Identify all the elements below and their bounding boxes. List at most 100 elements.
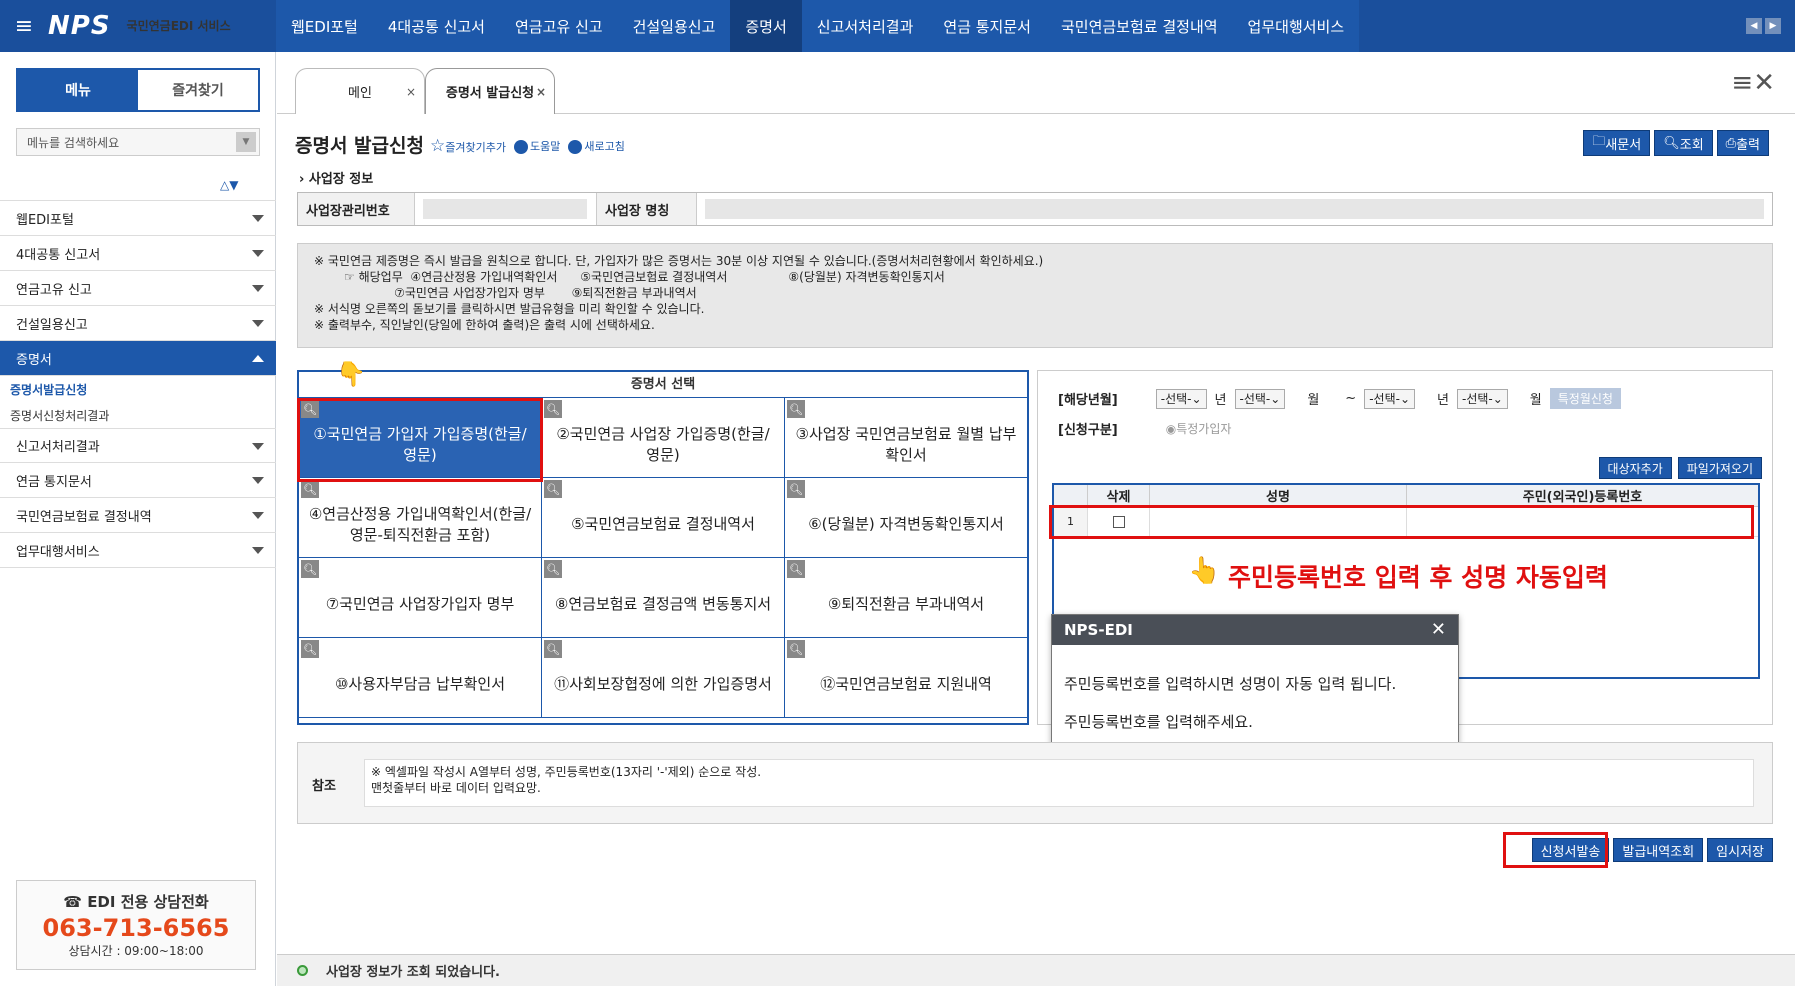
add-target-button[interactable]: 대상자추가: [1598, 457, 1672, 479]
cert-option-4[interactable]: 🔍︎ ④연금산정용 가입내역확인서(한글/영문-퇴직전환금 포함): [299, 478, 542, 558]
close-icon[interactable]: ×: [406, 85, 416, 99]
tab-cert-request[interactable]: 증명서 발급신청 ×: [425, 68, 555, 114]
chevron-down-icon: [252, 285, 264, 292]
cert-option-7[interactable]: 🔍︎ ⑦국민연금 사업장가입자 명부: [299, 558, 542, 638]
tab-label: 증명서 발급신청: [445, 86, 535, 101]
sidebar-item-premium[interactable]: 국민연금보험료 결정내역: [0, 498, 276, 533]
cert-option-9[interactable]: 🔍︎ ⑨퇴직전환금 부과내역서: [785, 558, 1027, 638]
logo[interactable]: NPS 국민연금 EDI 서비스: [48, 0, 274, 52]
workplace-name-value: [697, 193, 1772, 225]
reference-text: ※ 엑셀파일 작성시 A열부터 성명, 주민등록번호(13자리 '-'제외) 순…: [364, 759, 1754, 807]
search-button[interactable]: 🔍︎ 조회: [1654, 130, 1713, 156]
cert-option-3[interactable]: 🔍︎ ③사업장 국민연금보험료 월별 납부확인서: [785, 398, 1027, 478]
menu-search-select[interactable]: 메뉴를 검색하세요 ▼: [16, 128, 260, 156]
sidebar-item-pension[interactable]: 연금고유 신고: [0, 271, 276, 306]
star-icon: ☆: [430, 136, 446, 156]
import-file-button[interactable]: 파일가져오기: [1677, 457, 1762, 479]
chevron-left-icon[interactable]: ◀: [1746, 18, 1762, 34]
temp-save-button[interactable]: 임시저장: [1707, 838, 1773, 862]
status-text: 사업장 정보가 조회 되었습니다.: [326, 965, 500, 980]
magnifier-icon[interactable]: 🔍︎: [544, 640, 562, 658]
sidebar-item-webedi[interactable]: 웹EDI포털: [0, 201, 276, 236]
nav-item-certificate[interactable]: 증명서: [730, 0, 802, 52]
magnifier-icon[interactable]: 🔍︎: [301, 480, 319, 498]
grid-header: 삭제 성명 주민(외국인)등록번호: [1054, 485, 1758, 507]
cert-option-label: ⑨퇴직전환금 부과내역서: [827, 595, 985, 613]
title-links: ☆즐겨찾기추가 도움말 새로고침: [430, 136, 625, 156]
magnifier-icon[interactable]: 🔍︎: [787, 560, 805, 578]
cert-option-8[interactable]: 🔍︎ ⑧연금보험료 결정금액 변동통지서: [542, 558, 785, 638]
magnifier-icon[interactable]: 🔍︎: [787, 400, 805, 418]
magnifier-icon[interactable]: 🔍︎: [787, 640, 805, 658]
nav-item-notices[interactable]: 연금 통지문서: [928, 0, 1046, 52]
sidebar-item-construction[interactable]: 건설일용신고: [0, 306, 276, 341]
help-link[interactable]: 도움말: [513, 138, 560, 154]
year-from-select[interactable]: -선택- ⌄: [1155, 388, 1207, 409]
issue-history-button[interactable]: 발급내역조회: [1613, 838, 1704, 862]
type-row: [신청구분] ◉특정가입자: [1058, 419, 1231, 438]
sidebar-item-4common[interactable]: 4대공통 신고서: [0, 236, 276, 271]
magnifier-icon[interactable]: 🔍︎: [544, 560, 562, 578]
chevron-down-icon[interactable]: ▼: [236, 132, 256, 152]
annotation-text: 주민등록번호 입력 후 성명 자동입력: [1228, 563, 1608, 592]
cert-option-label: ③사업장 국민연금보험료 월별 납부확인서: [795, 424, 1017, 464]
cert-option-11[interactable]: 🔍︎ ⑪사회보장협정에 의한 가입증명서: [542, 638, 785, 718]
tab-menu[interactable]: 메뉴: [18, 70, 138, 110]
nav-item-construction[interactable]: 건설일용신고: [618, 0, 731, 52]
magnifier-icon[interactable]: 🔍︎: [301, 560, 319, 578]
cert-option-6[interactable]: 🔍︎ ⑥(당월분) 자격변동확인통지서: [785, 478, 1027, 558]
sidebar-item-agency[interactable]: 업무대행서비스: [0, 533, 276, 568]
refresh-icon: [568, 140, 583, 154]
magnifier-icon[interactable]: 🔍︎: [544, 400, 562, 418]
type-label: [신청구분]: [1058, 423, 1118, 438]
month-from-select[interactable]: -선택- ⌄: [1234, 388, 1286, 409]
sidebar-item-label: 업무대행서비스: [16, 544, 100, 560]
close-icon[interactable]: ×: [536, 85, 546, 99]
sidebar-subitem-cert-results[interactable]: 증명서신청처리결과: [0, 402, 276, 428]
tab-menu-close-icon[interactable]: ≡✕: [1731, 68, 1775, 98]
nav-item-4common[interactable]: 4대공통 신고서: [373, 0, 500, 52]
logo-subtitle: 국민연금 EDI 서비스: [117, 13, 231, 39]
cert-option-5[interactable]: 🔍︎ ⑤국민연금보험료 결정내역서: [542, 478, 785, 558]
nav-item-pension[interactable]: 연금고유 신고: [500, 0, 618, 52]
chevron-up-icon: [252, 355, 264, 362]
sidebar-subitem-cert-request[interactable]: 증명서발급신청: [0, 376, 276, 402]
nav-item-agency[interactable]: 업무대행서비스: [1233, 0, 1360, 52]
cert-option-label: ⑤국민연금보험료 결정내역서: [571, 515, 755, 533]
special-month-button[interactable]: 특정월신청: [1549, 388, 1621, 409]
collapse-expand-icon[interactable]: △▼: [220, 178, 238, 192]
phone-hours: 상담시간 : 09:00~18:00: [68, 944, 204, 958]
tab-favorites[interactable]: 즐겨찾기: [138, 70, 258, 110]
dialog-message-1: 주민등록번호를 입력하시면 성명이 자동 입력 됩니다.: [1064, 675, 1397, 693]
cert-option-12[interactable]: 🔍︎ ⑫국민연금보험료 지원내역: [785, 638, 1027, 718]
sidebar-item-label: 연금 통지문서: [16, 474, 92, 490]
sidebar-item-certificate[interactable]: 증명서: [0, 341, 276, 376]
tab-main[interactable]: 메인 ×: [295, 68, 425, 114]
chevron-right-icon[interactable]: ▶: [1765, 18, 1781, 34]
sidebar-item-results[interactable]: 신고서처리결과: [0, 428, 276, 463]
sidebar-item-notices[interactable]: 연금 통지문서: [0, 463, 276, 498]
new-document-button[interactable]: 🗀 새문서: [1583, 130, 1651, 156]
nav-item-premium[interactable]: 국민연금보험료 결정내역: [1046, 0, 1233, 52]
magnifier-icon[interactable]: 🔍︎: [787, 480, 805, 498]
nav-item-results[interactable]: 신고서처리결과: [802, 0, 929, 52]
nav-item-webedi[interactable]: 웹EDI포털: [276, 0, 373, 52]
cert-option-2[interactable]: 🔍︎ ②국민연금 사업장 가입증명(한글/영문): [542, 398, 785, 478]
dialog-message-2: 주민등록번호를 입력해주세요.: [1064, 713, 1253, 731]
range-tilde: ~: [1345, 391, 1357, 406]
notice-line: ☞ 해당업무 ④연금산정용 가입내역확인서 ⑤국민연금보험료 결정내역서 ⑧(당…: [344, 270, 945, 284]
refresh-link[interactable]: 새로고침: [568, 138, 625, 154]
close-icon[interactable]: ✕: [1431, 619, 1446, 640]
favorite-add-link[interactable]: ☆즐겨찾기추가: [430, 136, 506, 156]
mgmt-no-redacted: [423, 199, 587, 219]
magnifier-icon[interactable]: 🔍︎: [301, 640, 319, 658]
reference-box: 참조 ※ 엑셀파일 작성시 A열부터 성명, 주민등록번호(13자리 '-'제외…: [297, 742, 1773, 824]
workplace-name-redacted: [705, 199, 1764, 219]
specific-subscriber-radio[interactable]: ◉특정가입자: [1166, 420, 1232, 437]
magnifier-icon[interactable]: 🔍︎: [544, 480, 562, 498]
cert-option-10[interactable]: 🔍︎ ⑩사용자부담금 납부확인서: [299, 638, 542, 718]
year-to-select[interactable]: -선택- ⌄: [1364, 388, 1416, 409]
print-button[interactable]: ⎙ 출력: [1716, 130, 1769, 156]
month-to-select[interactable]: -선택- ⌄: [1456, 388, 1508, 409]
hamburger-icon[interactable]: ≡: [0, 0, 48, 52]
